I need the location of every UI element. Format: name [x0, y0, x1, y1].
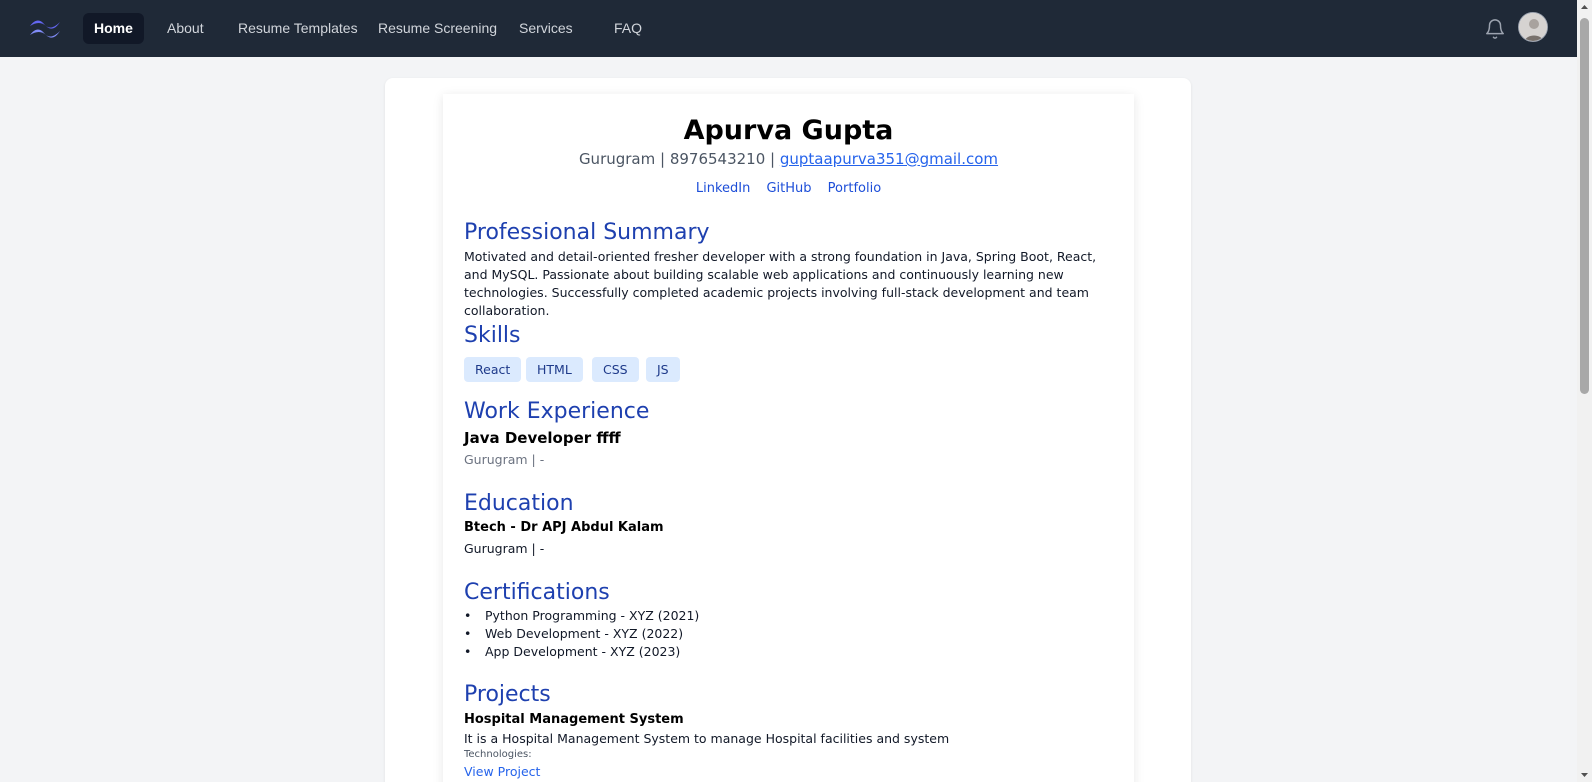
education-heading: Education [464, 491, 574, 516]
nav-about[interactable]: About [156, 13, 215, 44]
nav-home[interactable]: Home [83, 13, 144, 44]
page-scrollbar[interactable] [1577, 0, 1592, 782]
contact-location: Gurugram [578, 150, 656, 168]
scroll-up-arrow-icon[interactable] [1577, 0, 1592, 15]
contact-separator: | [655, 150, 670, 168]
contact-separator: | [765, 150, 780, 168]
job-meta: Gurugram | - [464, 452, 545, 467]
education-meta: Gurugram | - [464, 541, 545, 556]
resume-name: Apurva Gupta [683, 115, 894, 146]
education-degree: Btech - Dr APJ Abdul Kalam [464, 520, 664, 535]
project-title: Hospital Management System [464, 712, 684, 727]
skill-chip: HTML [526, 357, 583, 382]
certification-text: App Development - XYZ (2023) [485, 644, 681, 659]
project-technologies-label: Technologies: [464, 749, 532, 760]
nav-resume-screening[interactable]: Resume Screening [367, 13, 508, 44]
certification-item: App Development - XYZ (2023) [464, 644, 680, 659]
user-avatar-icon [1519, 13, 1547, 41]
contact-phone: 8976543210 [669, 150, 766, 168]
certification-item: Python Programming - XYZ (2021) [464, 608, 699, 623]
contact-email-link[interactable]: guptaapurva351@gmail.com [780, 150, 998, 168]
bell-icon[interactable] [1484, 18, 1506, 40]
skill-chip: JS [646, 357, 680, 382]
portfolio-link[interactable]: Portfolio [828, 181, 881, 196]
certification-text: Web Development - XYZ (2022) [485, 626, 684, 641]
skill-chip: CSS [592, 357, 639, 382]
scroll-down-arrow-icon[interactable] [1577, 767, 1592, 782]
resume-contact-line: Gurugram | 8976543210 | guptaapurva351@g… [443, 150, 1134, 168]
skill-chip: React [464, 357, 522, 382]
nav-faq[interactable]: FAQ [603, 13, 653, 44]
job-title: Java Developer ffff [464, 429, 621, 447]
project-description: It is a Hospital Management System to ma… [464, 731, 950, 746]
nav-services[interactable]: Services [508, 13, 584, 44]
top-navbar: Home About Resume Templates Resume Scree… [0, 0, 1577, 57]
view-project-link[interactable]: View Project [464, 764, 540, 779]
summary-heading: Professional Summary [464, 220, 710, 245]
certifications-heading: Certifications [464, 580, 610, 605]
projects-heading: Projects [464, 682, 551, 707]
nav-resume-templates[interactable]: Resume Templates [227, 13, 369, 44]
certification-item: Web Development - XYZ (2022) [464, 626, 683, 641]
profile-links: LinkedIn GitHub Portfolio [443, 181, 1134, 196]
certification-text: Python Programming - XYZ (2021) [485, 608, 700, 623]
github-link[interactable]: GitHub [766, 181, 811, 196]
skills-heading: Skills [464, 323, 521, 348]
resume-document: Apurva Gupta Gurugram | 8976543210 | gup… [443, 94, 1134, 782]
summary-text: Motivated and detail-oriented fresher de… [464, 249, 1097, 318]
avatar[interactable] [1518, 12, 1548, 42]
experience-heading: Work Experience [464, 399, 650, 424]
linkedin-link[interactable]: LinkedIn [696, 181, 750, 196]
scrollbar-thumb[interactable] [1580, 18, 1589, 394]
logo-icon[interactable] [28, 16, 62, 40]
